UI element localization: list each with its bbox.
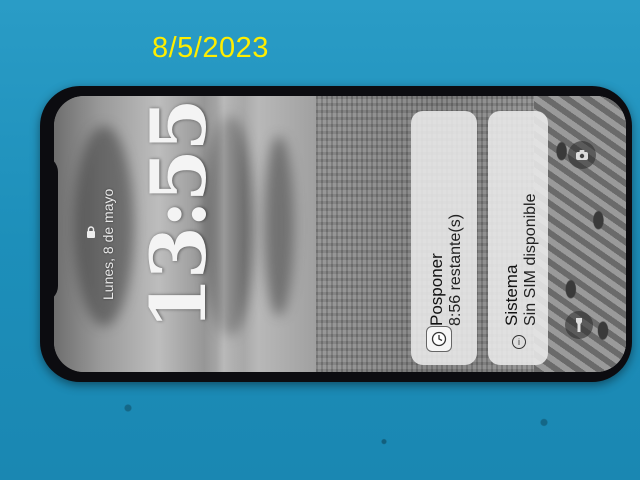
flashlight-icon[interactable] — [565, 311, 593, 339]
notification-text: 8:56 restante(s) — [447, 213, 464, 326]
lock-date: Lunes, 8 de mayo — [100, 188, 116, 300]
lock-time: 13:55 — [134, 100, 223, 330]
notification-app: Posponer — [427, 253, 446, 326]
notification-text: Sin SIM disponible — [522, 193, 539, 326]
info-icon: i — [512, 335, 526, 349]
clock-icon — [426, 326, 452, 352]
lock-icon — [87, 226, 95, 238]
notification-app: Sistema — [502, 264, 521, 326]
notification-sistema[interactable]: Sistema Sin SIM disponible — [488, 111, 548, 365]
camera-icon[interactable] — [568, 141, 596, 169]
watermark — [582, 6, 622, 82]
photo-date-stamp: 8/5/2023 — [152, 32, 269, 64]
notch — [40, 156, 58, 302]
